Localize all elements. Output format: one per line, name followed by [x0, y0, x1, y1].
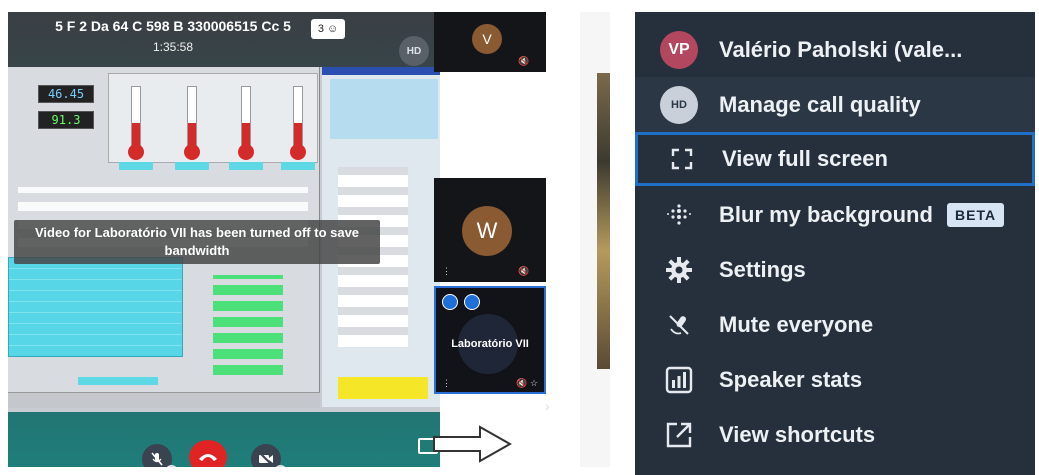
shared-app-titlebar	[322, 67, 440, 75]
participants-icon: ☺	[326, 23, 339, 35]
participant-count: 3	[317, 23, 324, 35]
participant-name: Laboratório VII	[451, 338, 529, 350]
more-options-icon[interactable]: ⋮	[442, 378, 451, 389]
mute-mic-button[interactable]: ⌄	[142, 444, 178, 467]
green-data-table	[213, 275, 283, 375]
background-photo	[597, 73, 610, 369]
avatar: VP	[660, 30, 698, 69]
menu-item-label: Blur my background	[719, 201, 933, 227]
progress-bar	[78, 377, 158, 385]
mic-off-icon: 🔇	[518, 56, 530, 66]
meeting-timer: 1:35:58	[152, 40, 194, 54]
menu-item-mute-everyone[interactable]: Mute everyone	[635, 297, 1035, 352]
chevron-right-icon[interactable]: ›	[545, 398, 550, 414]
thermometer-bulb	[290, 144, 306, 160]
avatar: V	[472, 24, 502, 54]
yellow-status-box	[338, 377, 428, 399]
menu-item-label: Valério Paholski (vale...	[719, 36, 963, 62]
quality-badge[interactable]: HD	[399, 36, 429, 66]
participant-tile-v[interactable]: V 🔇	[434, 12, 546, 72]
call-quality-icon: HD	[659, 85, 699, 125]
status-badge	[464, 294, 480, 310]
thermometer	[293, 86, 303, 148]
meeting-view: 46.45 91.3 5 F 2 Da 64 C 598 B 330006515…	[8, 12, 440, 467]
thermometer-panel	[108, 73, 318, 170]
status-badge	[442, 294, 458, 310]
thermometer-bulb	[128, 144, 144, 160]
thermometer	[187, 86, 197, 148]
more-options-menu: VP Valério Paholski (vale... HD Manage c…	[635, 12, 1035, 475]
hd-badge: HD	[660, 85, 698, 124]
menu-item-label: Settings	[719, 256, 806, 282]
thermometer-value	[175, 162, 209, 170]
menu-item-label: Speaker stats	[719, 366, 863, 392]
mic-off-icon: 🔇	[518, 266, 530, 276]
arrow-annotation	[433, 425, 512, 463]
blur-icon	[659, 195, 699, 235]
menu-item-label: View full screen	[722, 146, 888, 171]
gear-icon	[659, 250, 699, 290]
avatar: W	[462, 206, 512, 256]
mic-off-icon: 🔇	[516, 378, 528, 388]
beta-badge: BETA	[947, 203, 1005, 227]
meeting-title: 5 F 2 Da 64 C 598 B 330006515 Cc 5	[55, 18, 291, 34]
menu-item-label: Mute everyone	[719, 311, 874, 337]
thermometer-value	[229, 162, 263, 170]
lcd-display: 46.45	[38, 85, 94, 103]
participant-count-button[interactable]: 3 ☺	[311, 19, 345, 39]
menu-item-view-shortcuts[interactable]: View shortcuts	[635, 407, 1035, 462]
bandwidth-notice: Video for Laboratório VII has been turne…	[14, 220, 380, 264]
menu-item-label: View shortcuts	[719, 421, 876, 447]
fullscreen-icon	[662, 139, 702, 179]
more-options-button[interactable]: ⋮	[516, 436, 532, 456]
stats-icon	[659, 360, 699, 400]
data-table	[8, 257, 183, 357]
shared-app-area	[330, 79, 438, 139]
thermometer	[131, 86, 141, 148]
mic-off-icon	[151, 452, 163, 466]
menu-item-label: Manage call quality	[719, 91, 921, 117]
menu-item-blur-background[interactable]: Blur my background BETA	[635, 187, 1035, 242]
toggle-camera-button[interactable]: ⌄	[251, 444, 287, 467]
participant-tile-laboratorio[interactable]: Laboratório VII ⋮ 🔇 ☆	[434, 286, 546, 394]
menu-item-speaker-stats[interactable]: Speaker stats	[635, 352, 1035, 407]
more-options-icon[interactable]: ⋮	[442, 266, 451, 277]
profile-icon: VP	[659, 30, 699, 70]
mic-off-icon	[659, 305, 699, 345]
thermometer	[241, 86, 251, 148]
lcd-display: 91.3	[38, 111, 94, 129]
participant-tile-w[interactable]: W ⋮ 🔇	[434, 178, 546, 282]
shared-app-button-row	[8, 392, 320, 408]
star-icon[interactable]: ☆	[530, 378, 538, 389]
menu-item-manage-call-quality[interactable]: HD Manage call quality	[635, 77, 1035, 132]
hangup-button[interactable]	[189, 440, 227, 467]
thermometer-bulb	[238, 144, 254, 160]
thermometer-value	[119, 162, 153, 170]
phone-hangup-icon	[199, 454, 217, 461]
menu-item-settings[interactable]: Settings	[635, 242, 1035, 297]
thermometer-value	[281, 162, 315, 170]
camera-off-icon	[259, 452, 273, 466]
menu-item-view-full-screen[interactable]: View full screen	[635, 132, 1035, 186]
menu-item-profile[interactable]: VP Valério Paholski (vale...	[635, 22, 1035, 77]
shortcut-icon	[659, 415, 699, 455]
thermometer-bulb	[184, 144, 200, 160]
